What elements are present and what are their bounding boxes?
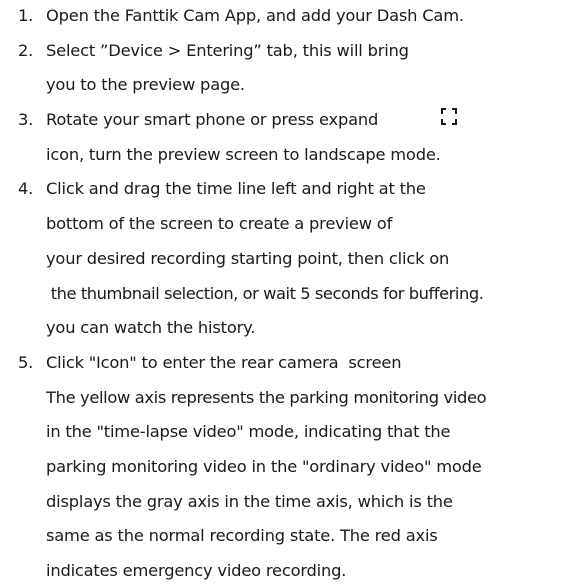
step-2-number: 2. xyxy=(18,40,34,60)
step-3-number: 3. xyxy=(18,110,34,130)
step-2-line-1: Select ”Device > Entering” tab, this wil… xyxy=(46,40,409,60)
step-5-line-5: displays the gray axis in the time axis,… xyxy=(46,491,453,511)
step-4-line-5: you can watch the history. xyxy=(46,318,256,338)
step-4-line-4: the thumbnail selection, or wait 5 secon… xyxy=(46,283,484,303)
instruction-list: 1. Open the Fanttik Cam App, and add you… xyxy=(0,0,579,585)
step-1-line-1: Open the Fanttik Cam App, and add your D… xyxy=(46,6,464,25)
step-4-line-3: your desired recording starting point, t… xyxy=(46,248,450,268)
step-5-number: 5. xyxy=(18,352,34,372)
step-4-line-2: bottom of the screen to create a preview… xyxy=(46,214,393,234)
step-5-line-1: Click "Icon" to enter the rear camera sc… xyxy=(46,352,402,372)
step-5-line-7: indicates emergency video recording. xyxy=(46,561,347,580)
expand-icon xyxy=(441,108,457,126)
step-5-line-4: parking monitoring video in the "ordinar… xyxy=(46,456,482,476)
step-3-line-2: icon, turn the preview screen to landsca… xyxy=(46,144,441,164)
step-2-line-2: you to the preview page. xyxy=(46,75,245,95)
step-3-line-1: Rotate your smart phone or press expand xyxy=(46,110,379,130)
step-4-line-1: Click and drag the time line left and ri… xyxy=(46,179,426,199)
step-5-line-3: in the "time-lapse video" mode, indicati… xyxy=(46,422,451,442)
step-4-number: 4. xyxy=(18,179,34,199)
step-5-line-6: same as the normal recording state. The … xyxy=(46,526,438,546)
step-1-number: 1. xyxy=(18,6,34,25)
step-5-line-2: The yellow axis represents the parking m… xyxy=(46,387,487,407)
